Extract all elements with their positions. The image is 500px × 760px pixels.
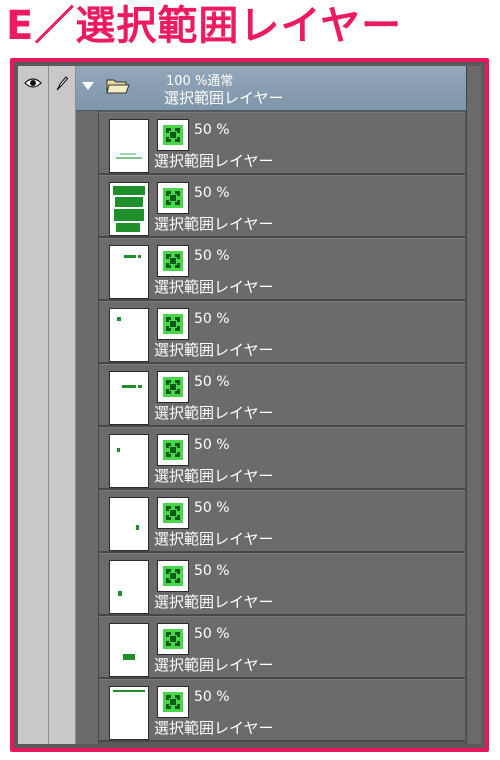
layer-row[interactable]: 50 % 選択範囲レイヤー	[99, 616, 465, 679]
layer-row[interactable]: 50 % 選択範囲レイヤー	[99, 553, 465, 616]
page-title: E／選択範囲レイヤー	[6, 3, 403, 49]
layer-name: 選択範囲レイヤー	[154, 467, 274, 485]
selection-mask-icon[interactable]	[157, 119, 189, 151]
layer-opacity: 50 %	[194, 122, 230, 138]
selection-mask-icon[interactable]	[157, 371, 189, 403]
layer-name: 選択範囲レイヤー	[154, 152, 274, 170]
expand-arrow-icon[interactable]	[82, 82, 94, 90]
layer-thumbnail	[109, 434, 149, 488]
layer-row[interactable]: 50 % 選択範囲レイヤー	[99, 175, 465, 238]
layer-list: 50 % 選択範囲レイヤー 50 % 選択範囲レイヤー 50 % 選択範囲レイヤ…	[99, 112, 465, 742]
edit-lock-column[interactable]	[49, 66, 76, 744]
layer-name: 選択範囲レイヤー	[154, 719, 274, 737]
selection-mask-icon[interactable]	[157, 434, 189, 466]
layer-opacity: 50 %	[194, 500, 230, 516]
layer-name: 選択範囲レイヤー	[154, 656, 274, 674]
layer-thumbnail	[109, 686, 149, 740]
layer-name: 選択範囲レイヤー	[154, 341, 274, 359]
layer-opacity: 50 %	[194, 626, 230, 642]
layer-row[interactable]: 50 % 選択範囲レイヤー	[99, 427, 465, 490]
layer-row[interactable]: 50 % 選択範囲レイヤー	[99, 112, 465, 175]
layer-opacity: 50 %	[194, 563, 230, 579]
layer-thumbnail	[109, 371, 149, 425]
selection-mask-icon[interactable]	[157, 245, 189, 277]
layer-thumbnail	[109, 560, 149, 614]
selection-mask-icon[interactable]	[157, 308, 189, 340]
folder-layer-row[interactable]: 100 %通常 選択範囲レイヤー	[76, 66, 466, 111]
visibility-column[interactable]	[18, 66, 49, 744]
layer-row[interactable]: 50 % 選択範囲レイヤー	[99, 364, 465, 427]
layer-name: 選択範囲レイヤー	[154, 404, 274, 422]
layer-opacity: 50 %	[194, 185, 230, 201]
selection-mask-icon[interactable]	[157, 560, 189, 592]
layer-panel-frame: 100 %通常 選択範囲レイヤー 50 % 選択範囲レイヤー 50 % 選択範囲…	[10, 58, 489, 752]
layer-opacity: 50 %	[194, 248, 230, 264]
layer-thumbnail	[109, 308, 149, 362]
folder-indent-column	[76, 66, 99, 744]
layer-panel-scrollbar[interactable]	[466, 66, 481, 744]
pen-icon[interactable]	[49, 68, 75, 98]
eye-icon[interactable]	[18, 68, 48, 98]
layer-row[interactable]: 50 % 選択範囲レイヤー	[99, 238, 465, 301]
selection-mask-icon[interactable]	[157, 686, 189, 718]
layer-thumbnail	[109, 119, 149, 173]
selection-mask-icon[interactable]	[157, 182, 189, 214]
layer-thumbnail	[109, 245, 149, 299]
layer-name: 選択範囲レイヤー	[154, 215, 274, 233]
layer-opacity: 50 %	[194, 374, 230, 390]
layer-thumbnail	[109, 182, 149, 236]
layer-opacity: 50 %	[194, 689, 230, 705]
layer-row[interactable]: 50 % 選択範囲レイヤー	[99, 301, 465, 364]
layer-thumbnail	[109, 623, 149, 677]
layer-thumbnail	[109, 497, 149, 551]
layer-name: 選択範囲レイヤー	[154, 278, 274, 296]
layer-row[interactable]: 50 % 選択範囲レイヤー	[99, 679, 465, 742]
layer-panel: 100 %通常 選択範囲レイヤー 50 % 選択範囲レイヤー 50 % 選択範囲…	[18, 66, 481, 744]
folder-name: 選択範囲レイヤー	[164, 89, 284, 107]
selection-mask-icon[interactable]	[157, 497, 189, 529]
layer-opacity: 50 %	[194, 311, 230, 327]
layer-name: 選択範囲レイヤー	[154, 593, 274, 611]
layer-name: 選択範囲レイヤー	[154, 530, 274, 548]
folder-icon	[106, 77, 130, 99]
layer-row[interactable]: 50 % 選択範囲レイヤー	[99, 490, 465, 553]
selection-mask-icon[interactable]	[157, 623, 189, 655]
layer-opacity: 50 %	[194, 437, 230, 453]
